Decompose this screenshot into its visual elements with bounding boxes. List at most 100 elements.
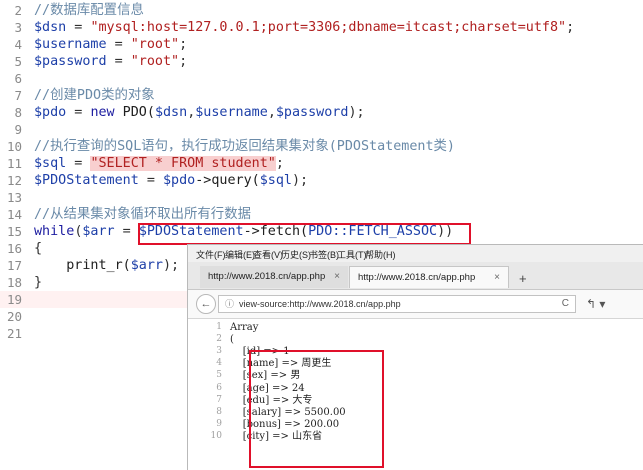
code-line[interactable]: 10 //执行查询的SQL语句，执行成功返回结果集对象(PDOStatement类… [0, 138, 643, 155]
code-token: print_r( [34, 258, 131, 273]
history-dropdown-icon[interactable]: ↰ ▾ [586, 297, 605, 311]
code-token: //创建PDO类的对象 [34, 88, 155, 103]
code-line[interactable]: 4 $username = "root"; [0, 36, 643, 53]
code-line[interactable]: 6 [0, 70, 643, 87]
tab-app-php-1[interactable]: http://www.2018.cn/app.php × [200, 266, 348, 288]
tab-label: http://www.2018.cn/app.php [208, 271, 326, 282]
code-token: $pdo [163, 173, 196, 188]
close-icon[interactable]: × [494, 267, 500, 289]
tab-app-php-2[interactable]: http://www.2018.cn/app.php × [349, 266, 509, 288]
code-line[interactable]: 11 $sql = "SELECT * FROM student"; [0, 155, 643, 172]
line-number: 10 [6, 139, 22, 154]
code-line[interactable]: 8 $pdo = new PDO($dsn,$username,$password… [0, 104, 643, 121]
code-token: ->query( [195, 173, 260, 188]
code-line[interactable]: 12 $PDOStatement = $pdo->query($sql); [0, 172, 643, 189]
browser-tabbar: http://www.2018.cn/app.php × http://www.… [188, 262, 643, 290]
code-token: $PDOStatement [34, 173, 139, 188]
code-text: //创建PDO类的对象 [34, 87, 155, 104]
source-line-number: 1 [216, 322, 222, 332]
line-number: 11 [6, 156, 22, 171]
code-text: //从结果集对象循环取出所有行数据 [34, 206, 251, 223]
code-line[interactable]: 7 //创建PDO类的对象 [0, 87, 643, 104]
code-line[interactable]: 3 $dsn = "mysql:host=127.0.0.1;port=3306;… [0, 19, 643, 36]
back-arrow-icon[interactable]: ← [196, 294, 216, 314]
source-line-number: 7 [216, 394, 222, 405]
menu-item[interactable]: 书签(B) [309, 248, 339, 261]
code-token: ; [179, 37, 188, 52]
source-line-number: 4 [216, 358, 222, 369]
code-token: ; [275, 156, 284, 171]
code-token: = [106, 54, 131, 69]
code-line[interactable]: 13 [0, 189, 643, 206]
reload-icon[interactable]: C [562, 296, 569, 312]
code-token: //数据库配置信息 [34, 3, 144, 18]
source-line-number: 10 [210, 430, 222, 441]
code-token: "SELECT * FROM student" [90, 156, 276, 171]
code-token: PDO( [114, 105, 155, 120]
info-icon[interactable]: ⓘ [225, 296, 234, 312]
line-number: 20 [6, 309, 22, 324]
address-text: view-source:http://www.2018.cn/app.php [239, 299, 401, 309]
address-bar[interactable]: ⓘ view-source:http://www.2018.cn/app.php… [218, 295, 576, 313]
code-text: //执行查询的SQL语句，执行成功返回结果集对象(PDOStatement类) [34, 138, 455, 155]
line-number: 6 [14, 71, 22, 86]
menu-item[interactable]: 文件(F) [196, 248, 226, 261]
code-token: "root" [130, 37, 180, 52]
code-line[interactable]: 14 //从结果集对象循环取出所有行数据 [0, 206, 643, 223]
menu-item[interactable]: 编辑(E) [225, 248, 255, 261]
browser-menubar: 文件(F) 编辑(E) 查看(V) 历史(S) 书签(B) 工具(T) 帮助(H) [188, 245, 643, 262]
tab-label: http://www.2018.cn/app.php [358, 272, 476, 283]
code-token: new [90, 105, 115, 120]
source-line-number: 5 [216, 370, 222, 381]
code-token: $pdo [34, 105, 67, 120]
line-number: 2 [14, 3, 22, 18]
code-text: { [34, 240, 42, 257]
code-token: = [66, 156, 91, 171]
code-text: $username = "root"; [34, 36, 187, 53]
code-token: while [34, 224, 75, 239]
menu-item[interactable]: 工具(T) [337, 248, 367, 261]
code-text: $password = "root"; [34, 53, 187, 70]
line-number: 18 [6, 275, 22, 290]
code-token: $sql [34, 156, 67, 171]
code-line[interactable]: 2 //数据库配置信息 [0, 2, 643, 19]
code-token: , [267, 105, 276, 120]
menu-item[interactable]: 查看(V) [253, 248, 283, 261]
line-number: 16 [6, 241, 22, 256]
line-number: 5 [14, 54, 22, 69]
source-line-number: 2 [216, 334, 222, 345]
line-number: 8 [14, 105, 22, 120]
code-token: } [34, 275, 43, 290]
menu-item[interactable]: 帮助(H) [365, 248, 396, 261]
code-token: "root" [130, 54, 180, 69]
browser-window: 文件(F) 编辑(E) 查看(V) 历史(S) 书签(B) 工具(T) 帮助(H) http… [187, 244, 643, 470]
source-line-text: Array [230, 322, 259, 333]
code-text: $dsn = "mysql:host=127.0.0.1;port=3306;d… [34, 19, 574, 36]
code-token: $dsn [154, 105, 188, 120]
new-tab-button[interactable]: + [519, 271, 527, 286]
fetch-call-highlight-box [138, 223, 471, 245]
code-token: = [106, 37, 131, 52]
menu-item[interactable]: 历史(S) [281, 248, 311, 261]
close-icon[interactable]: × [334, 266, 340, 288]
code-text: //数据库配置信息 [34, 2, 144, 19]
line-number: 3 [14, 20, 22, 35]
code-line[interactable]: 9 [0, 121, 643, 138]
line-number: 17 [6, 258, 22, 273]
code-token: ); [292, 173, 309, 188]
code-token: = [114, 224, 139, 239]
line-number: 13 [6, 190, 22, 205]
code-line[interactable]: 5 $password = "root"; [0, 53, 643, 70]
code-token: ; [566, 20, 575, 35]
code-token: $arr [130, 258, 163, 273]
line-number: 9 [14, 122, 22, 137]
code-token: { [34, 241, 43, 256]
code-token: $password [275, 105, 349, 120]
source-line-number: 3 [216, 346, 222, 357]
code-text: print_r($arr); [34, 257, 179, 274]
line-number: 21 [6, 326, 22, 341]
browser-navbar: ← ⓘ view-source:http://www.2018.cn/app.p… [188, 290, 643, 319]
code-token: "mysql:host=127.0.0.1;port=3306;dbname=i… [90, 20, 567, 35]
code-token: ; [179, 54, 188, 69]
code-token: //执行查询的SQL语句，执行成功返回结果集对象(PDOStatement类) [34, 139, 455, 154]
